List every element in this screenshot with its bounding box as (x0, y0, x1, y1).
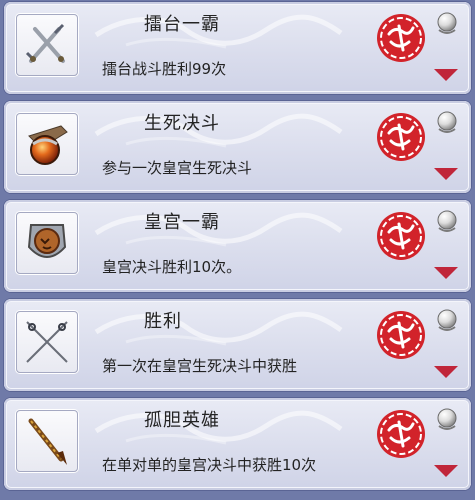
seal-completed-icon (377, 113, 425, 161)
seal-completed-icon (377, 14, 425, 62)
achievement-card[interactable]: 生死决斗 参与一次皇宫生死决斗 (4, 101, 471, 193)
achievement-card[interactable]: 孤胆英雄 在单对单的皇宫决斗中获胜10次 (4, 398, 471, 490)
crossed-swords-icon (25, 23, 65, 63)
achievement-title: 孤胆英雄 (144, 410, 220, 431)
achievement-icon-frame (16, 14, 78, 76)
achievement-title: 皇宫一霸 (144, 212, 220, 233)
seal-completed-icon (377, 410, 425, 458)
pearl-icon (437, 111, 457, 133)
achievement-description: 第一次在皇宫生死决斗中获胜 (102, 357, 298, 375)
achievement-title: 生死决斗 (144, 113, 220, 134)
achievement-list: 擂台一霸 擂台战斗胜利99次 生死决斗 参与一次皇宫生死决斗 皇宫一霸 皇宫决斗… (0, 0, 475, 500)
achievement-description: 参与一次皇宫生死决斗 (102, 159, 253, 177)
achievement-title: 胜利 (144, 311, 182, 332)
golden-spear-icon (28, 418, 67, 465)
war-horn-icon (28, 125, 68, 165)
achievement-icon-frame (16, 410, 78, 472)
achievement-description: 在单对单的皇宫决斗中获胜10次 (102, 456, 317, 474)
achievement-card[interactable]: 皇宫一霸 皇宫决斗胜利10次。 (4, 200, 471, 292)
expand-arrow-icon[interactable] (432, 265, 460, 281)
achievement-icon-frame (16, 113, 78, 175)
lion-shield-icon (27, 224, 67, 258)
seal-completed-icon (377, 212, 425, 260)
achievement-description: 皇宫决斗胜利10次。 (102, 258, 242, 276)
cloud-swirl-decoration (94, 311, 343, 346)
achievement-card[interactable]: 胜利 第一次在皇宫生死决斗中获胜 (4, 299, 471, 391)
achievement-card[interactable]: 擂台一霸 擂台战斗胜利99次 (4, 2, 471, 94)
expand-arrow-icon[interactable] (432, 364, 460, 380)
pearl-icon (437, 12, 457, 34)
achievement-icon-frame (16, 311, 78, 373)
expand-arrow-icon[interactable] (432, 166, 460, 182)
pearl-icon (437, 210, 457, 232)
expand-arrow-icon[interactable] (432, 463, 460, 479)
achievement-description: 擂台战斗胜利99次 (102, 60, 227, 78)
crossed-rapiers-icon (26, 321, 68, 363)
expand-arrow-icon[interactable] (432, 67, 460, 83)
achievement-icon-frame (16, 212, 78, 274)
pearl-icon (437, 408, 457, 430)
seal-completed-icon (377, 311, 425, 359)
pearl-icon (437, 309, 457, 331)
achievement-title: 擂台一霸 (144, 14, 220, 35)
